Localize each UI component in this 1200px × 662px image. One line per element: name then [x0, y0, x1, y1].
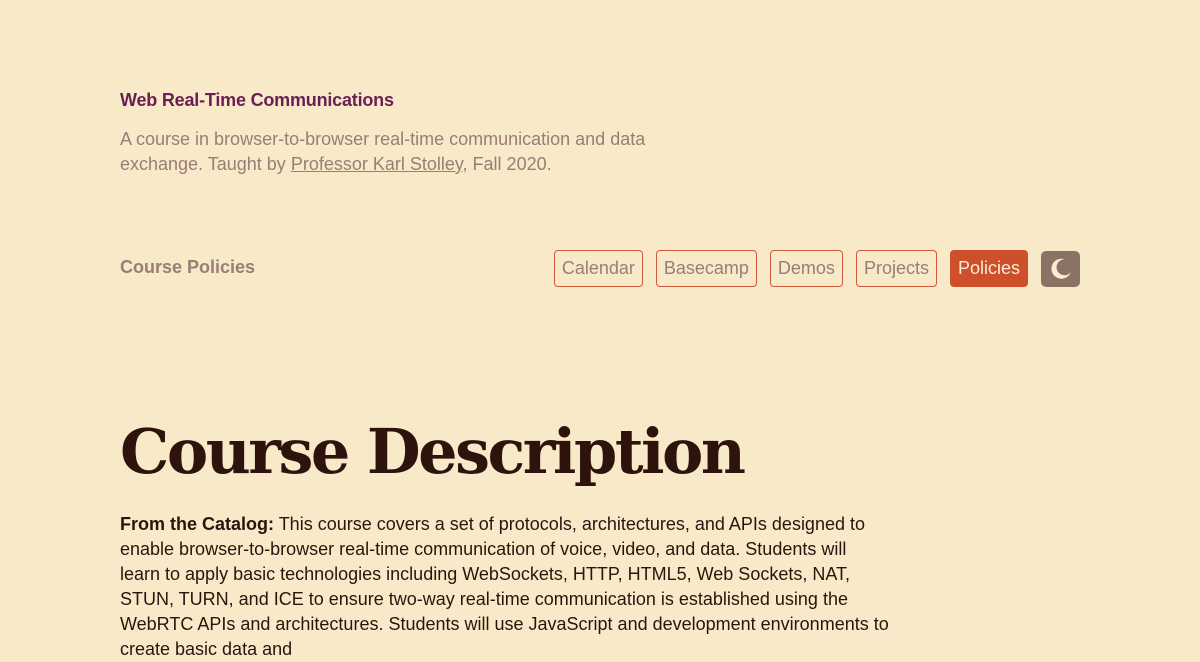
page-heading: Course Description	[120, 415, 746, 488]
theme-toggle-button[interactable]	[1041, 250, 1080, 287]
nav-projects[interactable]: Projects	[855, 250, 937, 287]
catalog-text: This course covers a set of protocols, a…	[120, 514, 889, 659]
catalog-label: From the Catalog:	[120, 514, 275, 534]
moon-icon	[1050, 258, 1071, 279]
course-description-paragraph: From the Catalog: This course covers a s…	[120, 512, 890, 662]
professor-link[interactable]: Professor Karl Stolley	[291, 154, 463, 174]
site-title[interactable]: Web Real-Time Communications	[120, 90, 394, 111]
main-nav: Calendar Basecamp Demos Projects Policie…	[553, 250, 1080, 287]
course-tagline: A course in browser-to-browser real-time…	[120, 127, 700, 177]
nav-policies[interactable]: Policies	[949, 250, 1028, 287]
nav-basecamp[interactable]: Basecamp	[655, 250, 757, 287]
nav-calendar[interactable]: Calendar	[553, 250, 643, 287]
current-section-label: Course Policies	[120, 257, 256, 277]
nav-demos[interactable]: Demos	[769, 250, 843, 287]
tagline-term: , Fall 2020.	[462, 154, 552, 174]
